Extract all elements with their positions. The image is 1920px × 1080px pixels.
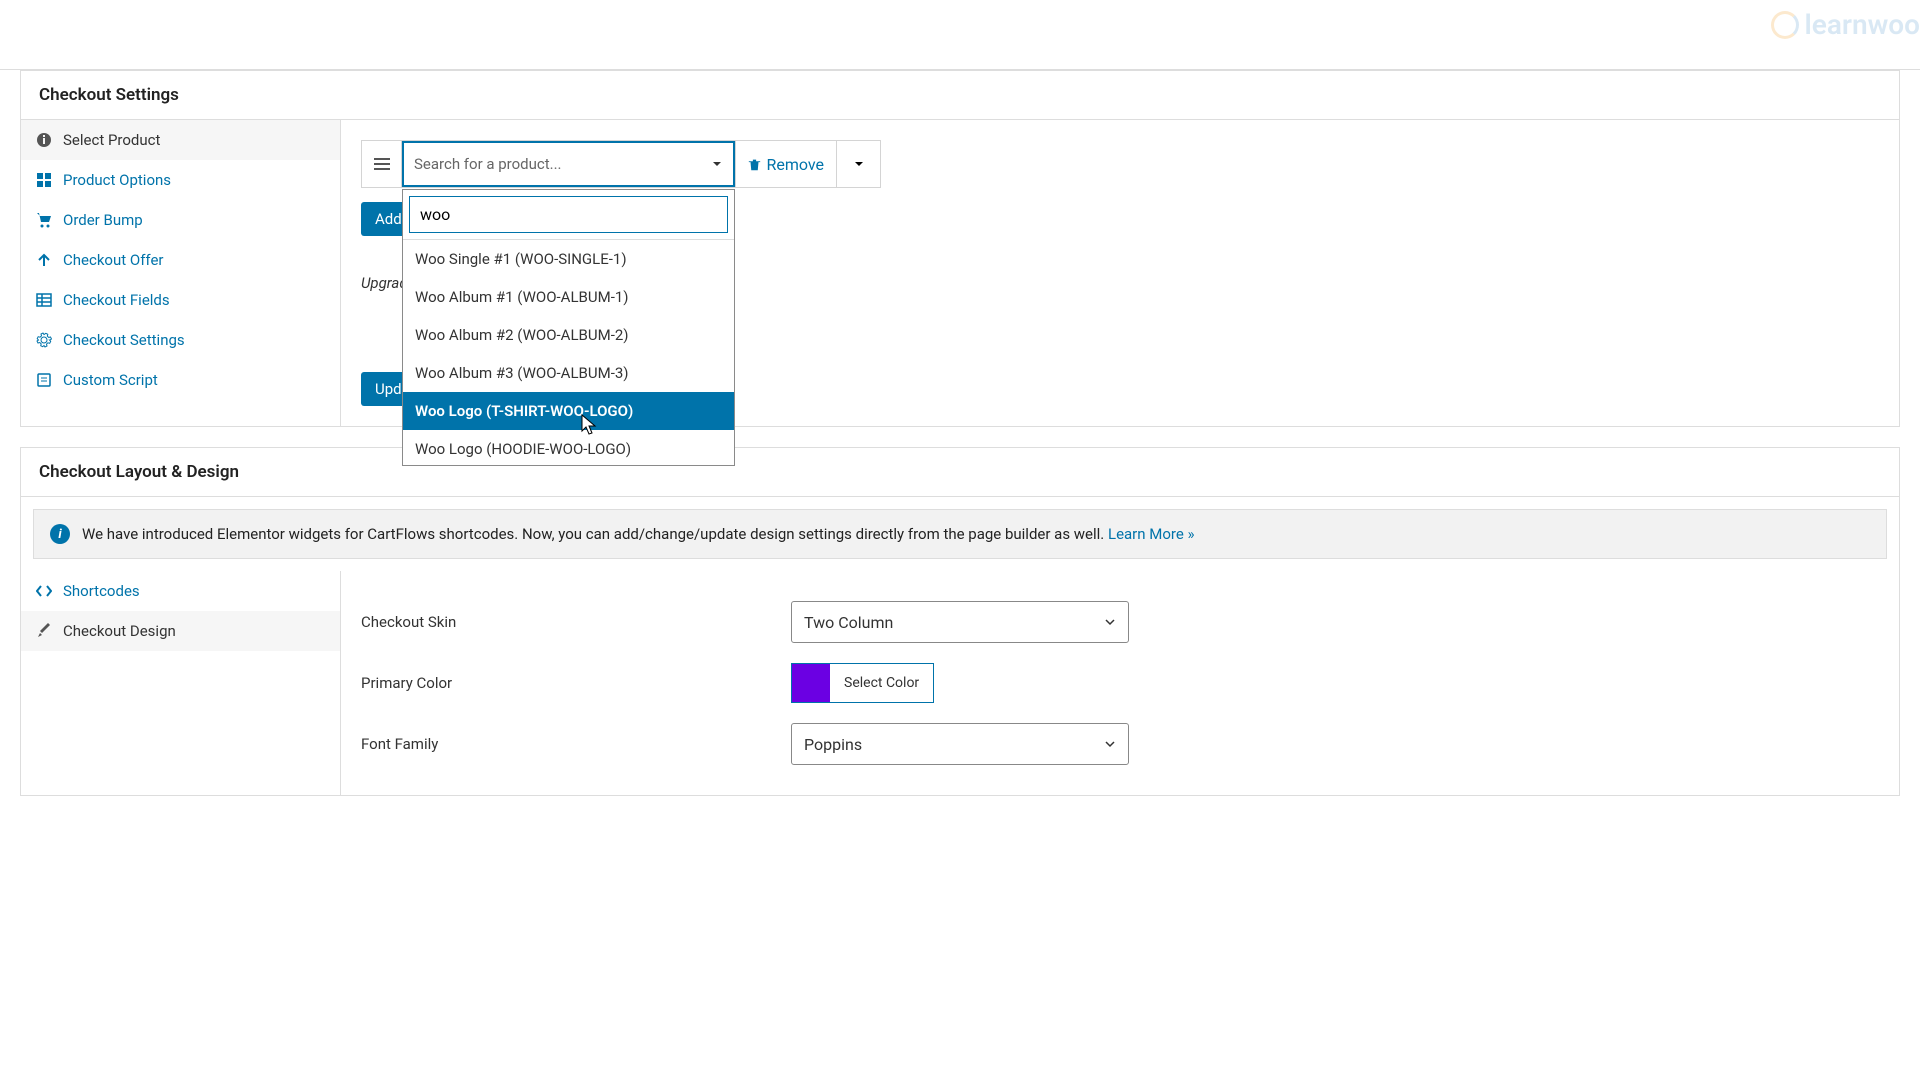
tab-shortcodes[interactable]: Shortcodes <box>21 571 340 611</box>
checkout-settings-title: Checkout Settings <box>21 71 1899 120</box>
code-icon <box>35 582 53 600</box>
tab-checkout-settings[interactable]: Checkout Settings <box>21 320 340 360</box>
result-item[interactable]: Woo Logo (HOODIE-WOO-LOGO) <box>403 430 734 465</box>
brush-icon <box>35 622 53 640</box>
result-item[interactable]: Woo Single #1 (WOO-SINGLE-1) <box>403 240 734 278</box>
arrow-up-icon <box>35 251 53 269</box>
watermark-text: learnwoo <box>1805 8 1920 41</box>
tab-product-options[interactable]: Product Options <box>21 160 340 200</box>
select-placeholder: Search for a product... <box>414 155 562 173</box>
tab-checkout-design[interactable]: Checkout Design <box>21 611 340 651</box>
product-search-input[interactable] <box>409 196 728 233</box>
tab-order-bump[interactable]: Order Bump <box>21 200 340 240</box>
info-icon: i <box>50 524 70 544</box>
search-wrap <box>403 190 734 239</box>
select-value: Two Column <box>804 613 893 632</box>
script-icon <box>35 371 53 389</box>
tab-label: Shortcodes <box>63 582 140 600</box>
tab-custom-script[interactable]: Custom Script <box>21 360 340 400</box>
layout-design-title: Checkout Layout & Design <box>21 448 1899 497</box>
layout-content: Checkout Skin Two Column Primary Color S… <box>341 571 1899 795</box>
checkout-settings-body: Select Product Product Options Order Bum… <box>21 120 1899 426</box>
chevron-down-icon <box>711 155 723 174</box>
info-message: We have introduced Elementor widgets for… <box>82 525 1108 543</box>
color-picker[interactable]: Select Color <box>791 663 934 703</box>
select-color-label: Select Color <box>830 664 933 702</box>
tab-checkout-offer[interactable]: Checkout Offer <box>21 240 340 280</box>
product-dropdown: Woo Single #1 (WOO-SINGLE-1) Woo Album #… <box>402 189 735 466</box>
font-family-select[interactable]: Poppins <box>791 723 1129 765</box>
tab-label: Product Options <box>63 171 171 189</box>
primary-color-row: Primary Color Select Color <box>361 653 1879 713</box>
gear-icon <box>35 331 53 349</box>
cart-icon <box>35 211 53 229</box>
checkout-settings-content: Search for a product... Woo Single #1 (W… <box>341 120 1899 426</box>
product-selector-row: Search for a product... Woo Single #1 (W… <box>361 140 881 188</box>
grid-icon <box>35 171 53 189</box>
layout-design-panel: Checkout Layout & Design i We have intro… <box>20 447 1900 796</box>
result-item[interactable]: Woo Album #3 (WOO-ALBUM-3) <box>403 354 734 392</box>
top-spacer <box>0 0 1920 70</box>
tab-label: Order Bump <box>63 211 143 229</box>
info-banner: i We have introduced Elementor widgets f… <box>33 509 1887 559</box>
color-swatch <box>792 664 830 702</box>
tab-checkout-fields[interactable]: Checkout Fields <box>21 280 340 320</box>
watermark-logo: learnwoo <box>1771 8 1920 41</box>
font-family-label: Font Family <box>361 735 791 753</box>
expand-chevron[interactable] <box>836 141 880 187</box>
checkout-skin-row: Checkout Skin Two Column <box>361 591 1879 653</box>
remove-label: Remove <box>766 155 824 174</box>
table-icon <box>35 291 53 309</box>
tab-label: Checkout Design <box>63 622 176 640</box>
layout-sidebar: Shortcodes Checkout Design <box>21 571 341 795</box>
tab-label: Checkout Settings <box>63 331 185 349</box>
tab-label: Select Product <box>63 131 160 149</box>
tab-select-product[interactable]: Select Product <box>21 120 340 160</box>
chevron-down-icon <box>853 158 865 170</box>
remove-button[interactable]: Remove <box>735 141 836 187</box>
drag-handle-icon[interactable] <box>362 141 402 187</box>
info-icon <box>35 131 53 149</box>
trash-icon <box>748 158 761 171</box>
layout-body: Shortcodes Checkout Design Checkout Skin… <box>21 571 1899 795</box>
chevron-down-icon <box>1104 735 1116 754</box>
learn-more-link[interactable]: Learn More » <box>1108 525 1195 543</box>
checkout-skin-select[interactable]: Two Column <box>791 601 1129 643</box>
result-item[interactable]: Woo Album #2 (WOO-ALBUM-2) <box>403 316 734 354</box>
primary-color-label: Primary Color <box>361 674 791 692</box>
checkout-settings-sidebar: Select Product Product Options Order Bum… <box>21 120 341 426</box>
select-value: Poppins <box>804 735 862 754</box>
result-item-highlighted[interactable]: Woo Logo (T-SHIRT-WOO-LOGO) <box>403 392 734 430</box>
tab-label: Checkout Fields <box>63 291 170 309</box>
result-item[interactable]: Woo Album #1 (WOO-ALBUM-1) <box>403 278 734 316</box>
product-results[interactable]: Woo Single #1 (WOO-SINGLE-1) Woo Album #… <box>403 239 734 465</box>
font-family-row: Font Family Poppins <box>361 713 1879 775</box>
watermark-icon <box>1771 11 1799 39</box>
info-text: We have introduced Elementor widgets for… <box>82 525 1195 543</box>
product-select[interactable]: Search for a product... Woo Single #1 (W… <box>402 141 735 187</box>
tab-label: Custom Script <box>63 371 158 389</box>
checkout-skin-label: Checkout Skin <box>361 613 791 631</box>
tab-label: Checkout Offer <box>63 251 164 269</box>
chevron-down-icon <box>1104 613 1116 632</box>
checkout-settings-panel: Checkout Settings Select Product Product… <box>20 70 1900 427</box>
